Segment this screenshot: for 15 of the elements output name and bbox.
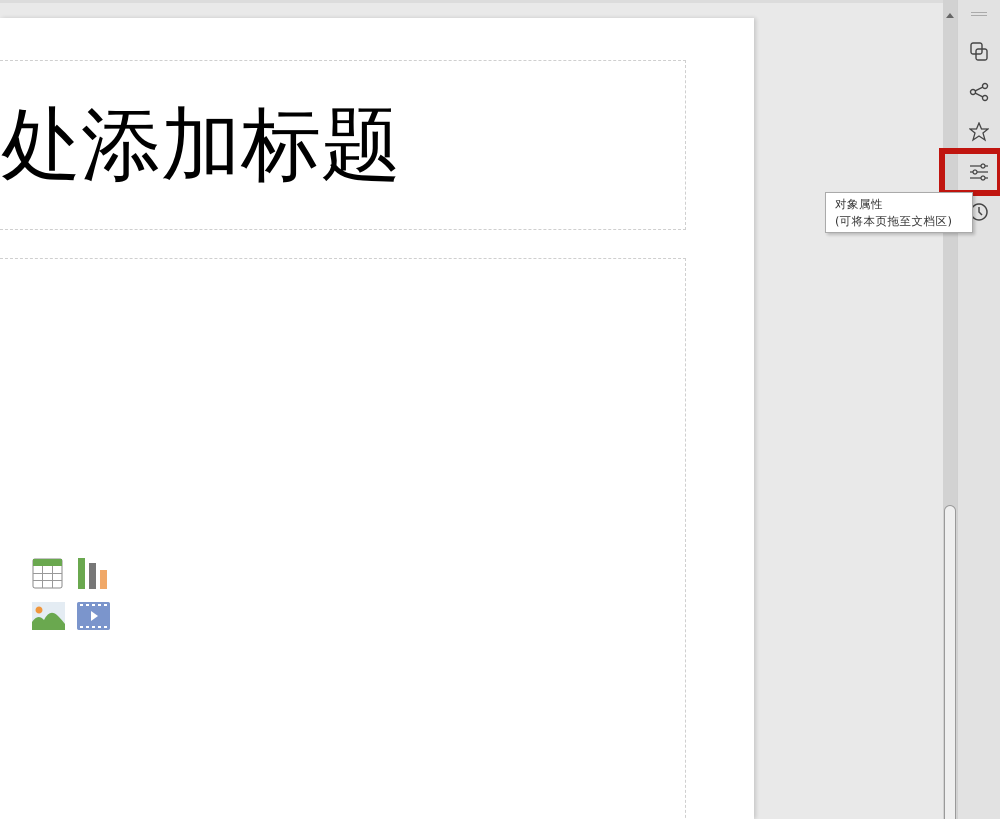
slide-title: 处添加标题: [1, 105, 401, 185]
tooltip-hint: (可将本页拖至文档区): [835, 212, 953, 230]
scroll-up-icon[interactable]: [946, 13, 954, 18]
title-placeholder[interactable]: 处添加标题: [0, 60, 686, 230]
drag-handle-icon[interactable]: [971, 12, 987, 16]
video-icon[interactable]: [77, 602, 110, 630]
share-icon: [969, 82, 989, 102]
bar-chart-icon[interactable]: [77, 558, 108, 589]
settings-sliders-icon: [969, 162, 989, 182]
tooltip-title: 对象属性: [835, 196, 884, 213]
table-icon[interactable]: [32, 558, 63, 589]
image-icon[interactable]: [32, 602, 65, 630]
scroll-thumb[interactable]: [944, 505, 956, 819]
copy-icon: [969, 42, 989, 62]
star-icon: [969, 122, 989, 142]
